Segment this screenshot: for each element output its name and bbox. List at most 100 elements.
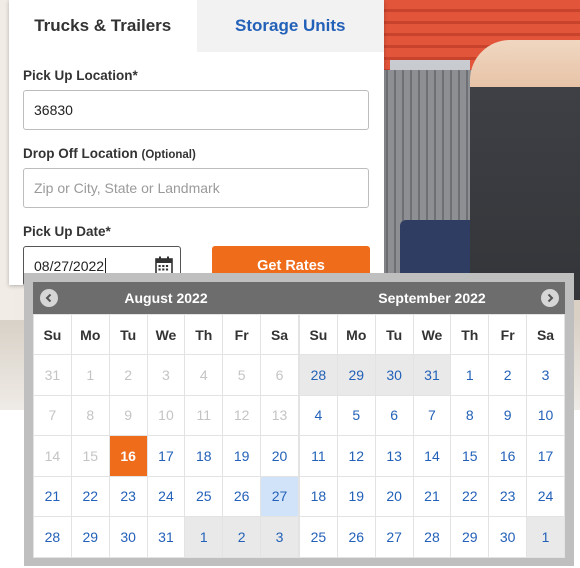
day-cell: 31 bbox=[33, 354, 72, 396]
day-cell: 7 bbox=[33, 394, 72, 436]
day-cell[interactable]: 29 bbox=[70, 516, 110, 558]
day-cell[interactable]: 2 bbox=[488, 354, 528, 396]
next-month-button[interactable] bbox=[541, 289, 559, 307]
day-cell[interactable]: 18 bbox=[299, 475, 338, 517]
weekday-header: Fr bbox=[488, 314, 528, 355]
day-cell: 5 bbox=[222, 354, 262, 396]
day-cell: 11 bbox=[184, 394, 224, 436]
day-cell-today[interactable]: 16 bbox=[108, 435, 148, 477]
day-cell: 9 bbox=[108, 394, 148, 436]
day-cell[interactable]: 16 bbox=[488, 435, 528, 477]
day-cell[interactable]: 17 bbox=[146, 435, 186, 477]
day-cell[interactable]: 30 bbox=[374, 354, 414, 396]
day-cell[interactable]: 8 bbox=[450, 394, 490, 436]
day-cell-selected[interactable]: 27 bbox=[260, 475, 299, 517]
day-cell[interactable]: 26 bbox=[336, 516, 376, 558]
day-cell[interactable]: 14 bbox=[412, 435, 452, 477]
day-cell[interactable]: 20 bbox=[374, 475, 414, 517]
day-cell[interactable]: 25 bbox=[184, 475, 224, 517]
month-header: August 2022 bbox=[33, 282, 299, 314]
month-header: September 2022 bbox=[299, 282, 565, 314]
day-cell[interactable]: 26 bbox=[222, 475, 262, 517]
day-cell[interactable]: 13 bbox=[374, 435, 414, 477]
weekday-header: Fr bbox=[222, 314, 262, 355]
chevron-left-icon bbox=[45, 293, 52, 303]
day-cell[interactable]: 2 bbox=[222, 516, 262, 558]
weekday-header: Sa bbox=[260, 314, 299, 355]
day-cell[interactable]: 10 bbox=[526, 394, 565, 436]
day-cell: 12 bbox=[222, 394, 262, 436]
weekday-header: We bbox=[146, 314, 186, 355]
day-cell[interactable]: 25 bbox=[299, 516, 338, 558]
week-row: 28 29 30 31 1 2 3 bbox=[33, 516, 299, 558]
dropoff-optional-text: (Optional) bbox=[141, 149, 196, 161]
day-cell[interactable]: 15 bbox=[450, 435, 490, 477]
day-cell[interactable]: 23 bbox=[108, 475, 148, 517]
day-cell[interactable]: 4 bbox=[299, 394, 338, 436]
weekday-header: Th bbox=[450, 314, 490, 355]
rental-form-panel: Trucks & Trailers Storage Units Pick Up … bbox=[9, 0, 384, 286]
day-cell[interactable]: 1 bbox=[526, 516, 565, 558]
dropoff-location-input[interactable] bbox=[23, 168, 369, 208]
day-cell[interactable]: 3 bbox=[260, 516, 299, 558]
day-cell[interactable]: 31 bbox=[146, 516, 186, 558]
day-cell[interactable]: 23 bbox=[488, 475, 528, 517]
prev-month-button[interactable] bbox=[40, 289, 58, 307]
chevron-right-icon bbox=[547, 293, 554, 303]
week-row: 14 15 16 17 18 19 20 bbox=[33, 435, 299, 477]
week-row: 28 29 30 31 1 2 3 bbox=[299, 354, 565, 396]
day-cell[interactable]: 21 bbox=[412, 475, 452, 517]
day-cell[interactable]: 7 bbox=[412, 394, 452, 436]
day-cell[interactable]: 9 bbox=[488, 394, 528, 436]
day-cell[interactable]: 28 bbox=[299, 354, 338, 396]
day-cell[interactable]: 28 bbox=[412, 516, 452, 558]
day-cell[interactable]: 18 bbox=[184, 435, 224, 477]
day-cell[interactable]: 31 bbox=[412, 354, 452, 396]
day-cell: 14 bbox=[33, 435, 72, 477]
month-september: September 2022 Su Mo Tu We Th Fr Sa 28 29 30 31 1 2 3… bbox=[299, 282, 565, 558]
pickup-location-label: Pick Up Location* bbox=[23, 68, 138, 83]
day-cell: 6 bbox=[260, 354, 299, 396]
day-cell[interactable]: 24 bbox=[146, 475, 186, 517]
tab-storage-units[interactable]: Storage Units bbox=[196, 0, 384, 52]
week-row: 11 12 13 14 15 16 17 bbox=[299, 435, 565, 477]
day-cell[interactable]: 22 bbox=[70, 475, 110, 517]
day-cell: 10 bbox=[146, 394, 186, 436]
datepicker-popup: August 2022 Su Mo Tu We Th Fr Sa 31 1 2 3 4 5 6 7 8 9 10 1… bbox=[24, 273, 574, 566]
day-cell: 1 bbox=[70, 354, 110, 396]
person bbox=[470, 40, 580, 300]
month-grid: Su Mo Tu We Th Fr Sa 31 1 2 3 4 5 6 7 8 9 10 11 12 13 14 15 16 1… bbox=[33, 314, 299, 558]
pickup-location-input[interactable] bbox=[23, 90, 369, 130]
day-cell[interactable]: 5 bbox=[336, 394, 376, 436]
day-cell: 8 bbox=[70, 394, 110, 436]
week-row: 21 22 23 24 25 26 27 bbox=[33, 475, 299, 517]
dropoff-label-text: Drop Off Location bbox=[23, 146, 138, 161]
day-cell[interactable]: 12 bbox=[336, 435, 376, 477]
day-cell[interactable]: 20 bbox=[260, 435, 299, 477]
tab-trucks-trailers[interactable]: Trucks & Trailers bbox=[9, 0, 197, 52]
day-cell[interactable]: 27 bbox=[374, 516, 414, 558]
day-cell[interactable]: 30 bbox=[108, 516, 148, 558]
day-cell[interactable]: 19 bbox=[336, 475, 376, 517]
pickup-date-value: 08/27/2022 bbox=[34, 258, 105, 274]
day-cell[interactable]: 24 bbox=[526, 475, 565, 517]
day-cell[interactable]: 19 bbox=[222, 435, 262, 477]
day-cell[interactable]: 29 bbox=[336, 354, 376, 396]
weekday-header: Tu bbox=[374, 314, 414, 355]
day-cell[interactable]: 22 bbox=[450, 475, 490, 517]
day-cell[interactable]: 17 bbox=[526, 435, 565, 477]
day-cell[interactable]: 28 bbox=[33, 516, 72, 558]
day-cell[interactable]: 29 bbox=[450, 516, 490, 558]
pickup-date-label: Pick Up Date* bbox=[23, 224, 111, 239]
day-cell[interactable]: 11 bbox=[299, 435, 338, 477]
week-row: 18 19 20 21 22 23 24 bbox=[299, 475, 565, 517]
day-cell[interactable]: 1 bbox=[450, 354, 490, 396]
day-cell[interactable]: 21 bbox=[33, 475, 72, 517]
week-row: 7 8 9 10 11 12 13 bbox=[33, 394, 299, 436]
day-cell[interactable]: 6 bbox=[374, 394, 414, 436]
day-cell[interactable]: 3 bbox=[526, 354, 565, 396]
day-cell[interactable]: 1 bbox=[184, 516, 224, 558]
day-cell: 4 bbox=[184, 354, 224, 396]
day-cell[interactable]: 30 bbox=[488, 516, 528, 558]
rate-form: Pick Up Location* Drop Off Location (Opt… bbox=[9, 52, 384, 286]
